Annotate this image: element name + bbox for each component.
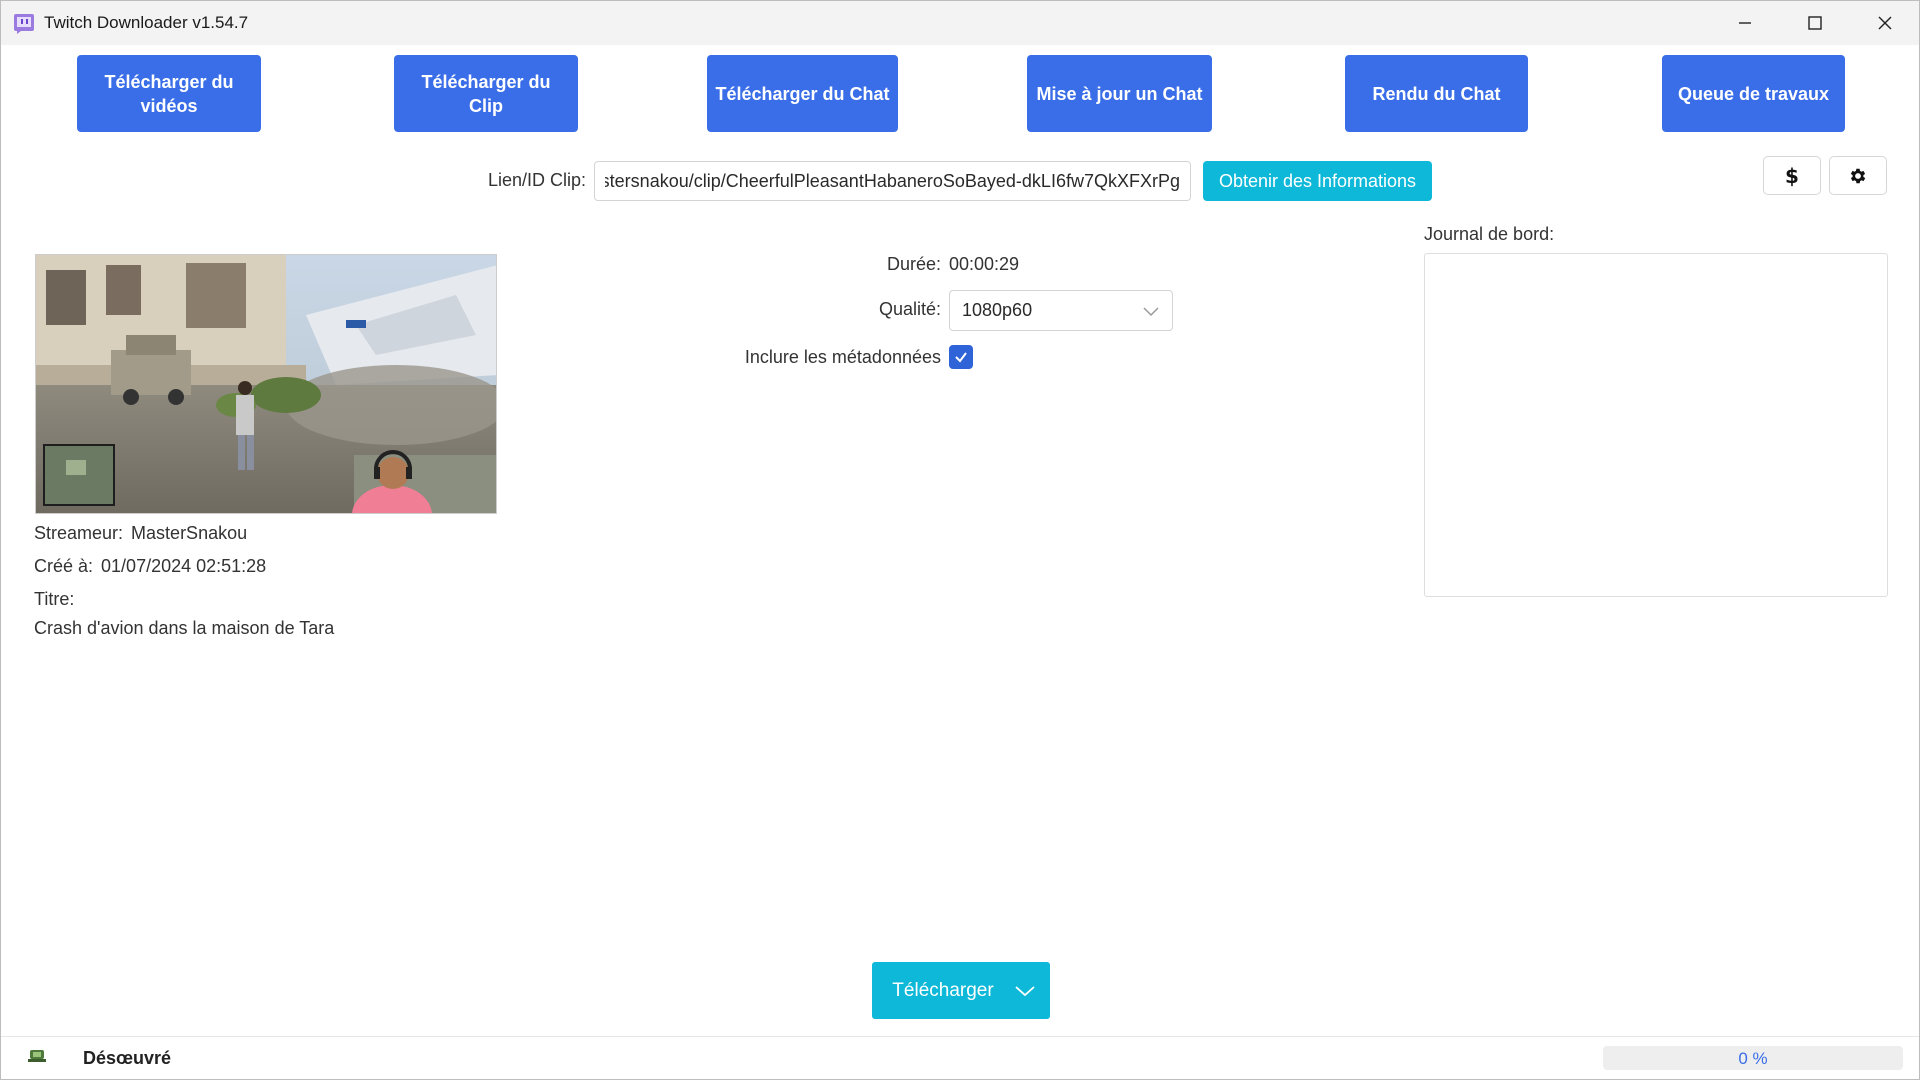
maximize-button[interactable] bbox=[1780, 1, 1850, 45]
clip-link-input[interactable] bbox=[594, 161, 1191, 201]
streamer-label: Streameur: bbox=[34, 523, 124, 543]
title-label: Titre: bbox=[34, 589, 75, 609]
include-metadata-checkbox[interactable] bbox=[949, 345, 973, 369]
window-title: Twitch Downloader v1.54.7 bbox=[44, 13, 249, 32]
streamer-row: Streameur: MasterSnakou bbox=[34, 523, 247, 544]
checkmark-icon bbox=[955, 352, 967, 363]
settings-button[interactable] bbox=[1829, 156, 1887, 195]
download-videos-button[interactable]: Télécharger du vidéos bbox=[77, 55, 261, 132]
download-options-dropdown[interactable] bbox=[1000, 962, 1050, 1019]
download-button[interactable]: Télécharger bbox=[872, 962, 1000, 1019]
clip-link-label: Lien/ID Clip: bbox=[488, 170, 587, 190]
log-label: Journal de bord: bbox=[1424, 224, 1555, 244]
title-bar[interactable]: Twitch Downloader v1.54.7 bbox=[1, 1, 1919, 45]
quality-label: Qualité: bbox=[878, 299, 941, 319]
duration-value: 00:00:29 bbox=[949, 254, 1020, 274]
donate-button[interactable]: $ bbox=[1763, 156, 1821, 195]
dollar-icon: $ bbox=[1785, 163, 1799, 188]
status-bar-divider bbox=[1, 1036, 1919, 1037]
clip-thumbnail bbox=[35, 254, 497, 514]
metadata-label: Inclure les métadonnées bbox=[744, 347, 941, 367]
chevron-down-icon bbox=[1015, 985, 1035, 996]
download-split-button[interactable]: Télécharger bbox=[872, 962, 1050, 1019]
minimize-button[interactable] bbox=[1710, 1, 1780, 45]
twitch-downloader-app-icon bbox=[14, 14, 34, 34]
render-chat-button[interactable]: Rendu du Chat bbox=[1345, 55, 1528, 132]
close-icon bbox=[1878, 16, 1892, 30]
status-text: Désœuvré bbox=[83, 1048, 172, 1068]
quality-selected-value: 1080p60 bbox=[962, 300, 1033, 320]
gear-icon bbox=[1850, 168, 1866, 183]
minimize-icon bbox=[1739, 22, 1751, 24]
download-chat-button[interactable]: Télécharger du Chat bbox=[707, 55, 898, 132]
created-date: 01/07/2024 02:51:28 bbox=[101, 556, 267, 576]
chevron-down-icon bbox=[1143, 307, 1159, 317]
quality-select[interactable]: 1080p60 bbox=[949, 290, 1173, 331]
idle-status-icon bbox=[28, 1050, 46, 1062]
clip-title: Crash d'avion dans la maison de Tara bbox=[34, 618, 335, 638]
streamer-name: MasterSnakou bbox=[131, 523, 248, 543]
update-chat-button[interactable]: Mise à jour un Chat bbox=[1027, 55, 1212, 132]
download-clip-button[interactable]: Télécharger du Clip bbox=[394, 55, 578, 132]
progress-bar: 0 % bbox=[1603, 1046, 1903, 1070]
created-label: Créé à: bbox=[34, 556, 94, 576]
app-window: Twitch Downloader v1.54.7 Télécharger du… bbox=[0, 0, 1920, 1080]
task-queue-button[interactable]: Queue de travaux bbox=[1662, 55, 1845, 132]
maximize-icon bbox=[1808, 16, 1822, 30]
clip-thumbnail-image bbox=[36, 255, 496, 513]
duration-label: Durée: bbox=[886, 254, 941, 274]
close-button[interactable] bbox=[1850, 1, 1920, 45]
created-row: Créé à: 01/07/2024 02:51:28 bbox=[34, 556, 266, 577]
log-textbox[interactable] bbox=[1424, 253, 1888, 597]
get-info-button[interactable]: Obtenir des Informations bbox=[1203, 161, 1432, 201]
progress-text: 0 % bbox=[1738, 1049, 1768, 1068]
